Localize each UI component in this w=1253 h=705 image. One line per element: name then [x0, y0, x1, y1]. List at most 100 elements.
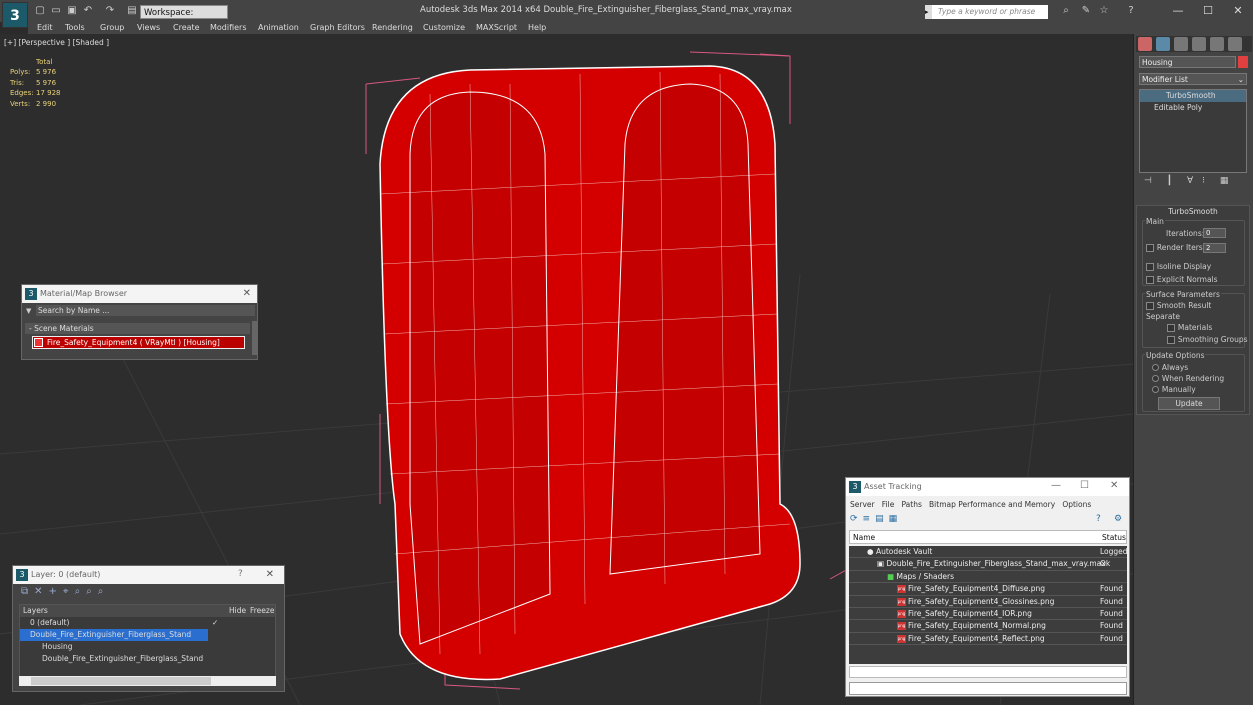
col-freeze[interactable]: Freeze	[250, 605, 274, 617]
app-logo-icon[interactable]: 3	[2, 2, 28, 28]
save-icon[interactable]: ▣	[66, 5, 78, 17]
menu-graph-editors[interactable]: Graph Editors	[310, 22, 365, 34]
menu-rendering[interactable]: Rendering	[372, 22, 413, 34]
render-iters-spinner[interactable]: 2	[1203, 243, 1226, 253]
minimize-button[interactable]: —	[1163, 3, 1193, 19]
stack-item-editable-poly[interactable]: Editable Poly	[1140, 102, 1246, 114]
asset-row[interactable]: png Fire_Safety_Equipment4_Diffuse.png Fou…	[849, 583, 1127, 596]
material-item[interactable]: Fire_Safety_Equipment4 ( VRayMtl ) [Hous…	[32, 336, 245, 349]
asset-menu-paths[interactable]: Paths	[901, 500, 921, 509]
smoothing-groups-checkbox[interactable]	[1167, 335, 1175, 344]
materials-checkbox[interactable]	[1167, 323, 1175, 332]
render-iters-checkbox[interactable]	[1146, 243, 1154, 252]
motion-tab-icon[interactable]	[1192, 37, 1206, 51]
display-tab-icon[interactable]	[1210, 37, 1224, 51]
help-icon[interactable]: ?	[1096, 514, 1101, 524]
refresh-icon[interactable]: ⟳	[850, 514, 863, 524]
asset-row[interactable]: ▣ Double_Fire_Extinguisher_Fiberglass_St…	[849, 558, 1127, 571]
menu-help[interactable]: Help	[528, 22, 546, 34]
menu-customize[interactable]: Customize	[423, 22, 465, 34]
asset-row[interactable]: png Fire_Safety_Equipment4_Reflect.png Fou…	[849, 632, 1127, 646]
rollout-title[interactable]: TurboSmooth	[1136, 207, 1250, 216]
asset-menu-file[interactable]: File	[882, 500, 895, 509]
freeze-all-icon[interactable]: ⌕	[98, 586, 110, 597]
stack-item-turbosmooth[interactable]: TurboSmooth	[1140, 90, 1246, 102]
asset-horizontal-scrollbar[interactable]	[849, 666, 1127, 678]
delete-layer-icon[interactable]: ✕	[34, 586, 48, 597]
new-layer-icon[interactable]: ⧉	[21, 586, 34, 597]
menu-tools[interactable]: Tools	[65, 22, 85, 34]
material-search-input[interactable]: Search by Name ...	[36, 305, 255, 316]
utilities-tab-icon[interactable]	[1228, 37, 1242, 51]
menu-animation[interactable]: Animation	[258, 22, 299, 34]
minimize-button[interactable]: —	[1051, 480, 1061, 491]
layer-row-selected[interactable]: Double_Fire_Extinguisher_Fiberglass_Stan…	[20, 629, 208, 641]
asset-row[interactable]: png Fire_Safety_Equipment4_Glossines.png F…	[849, 595, 1127, 608]
settings-icon[interactable]: ⚙	[1114, 514, 1122, 524]
help-icon[interactable]: ?	[1122, 5, 1140, 17]
explicit-normals-checkbox[interactable]	[1146, 275, 1154, 284]
menu-create[interactable]: Create	[173, 22, 200, 34]
add-to-layer-icon[interactable]: +	[49, 586, 63, 597]
table-view-icon[interactable]: ▦	[889, 514, 903, 524]
maximize-button[interactable]: ☐	[1080, 480, 1089, 491]
scrollbar[interactable]	[252, 321, 257, 355]
close-icon[interactable]: ✕	[266, 569, 274, 580]
maximize-button[interactable]: ☐	[1193, 3, 1223, 19]
open-icon[interactable]: ▭	[50, 5, 62, 17]
asset-row[interactable]: png Fire_Safety_Equipment4_IOR.png Found	[849, 607, 1127, 621]
hierarchy-tab-icon[interactable]	[1174, 37, 1188, 51]
list-view-icon[interactable]: ≡	[863, 514, 876, 524]
project-folder-icon[interactable]: ▤	[126, 5, 138, 17]
asset-row[interactable]: png Fire_Safety_Equipment4_Normal.png Foun…	[849, 620, 1127, 633]
update-button[interactable]: Update	[1158, 397, 1220, 410]
scrollbar-thumb[interactable]	[31, 677, 211, 685]
pin-stack-icon[interactable]: ⊣	[1144, 176, 1152, 186]
modifier-stack[interactable]: TurboSmooth Editable Poly	[1139, 89, 1247, 173]
help-button[interactable]: ?	[238, 569, 243, 579]
asset-menu-bitmap[interactable]: Bitmap Performance and Memory	[929, 500, 1055, 509]
always-radio[interactable]	[1152, 364, 1159, 371]
isoline-checkbox[interactable]	[1146, 262, 1154, 271]
col-name[interactable]: Name	[850, 533, 875, 542]
asset-row[interactable]: ■ Maps / Shaders	[849, 570, 1127, 584]
layer-row[interactable]: 0 (default) ✓	[20, 617, 275, 629]
col-status[interactable]: Status	[1102, 531, 1126, 544]
show-end-result-icon[interactable]: ┃	[1167, 176, 1172, 186]
iterations-spinner[interactable]: 0	[1203, 228, 1226, 238]
when-rendering-radio[interactable]	[1152, 375, 1159, 382]
material-browser-title[interactable]: Material/Map Browser	[22, 285, 257, 303]
manually-radio[interactable]	[1152, 386, 1159, 393]
detail-view-icon[interactable]: ▤	[875, 514, 889, 524]
close-button[interactable]: ✕	[1110, 480, 1118, 491]
layer-window-title[interactable]: Layer: 0 (default)	[13, 566, 284, 584]
close-button[interactable]: ✕	[1223, 3, 1253, 19]
hide-all-icon[interactable]: ⌕	[86, 586, 98, 597]
highlight-icon[interactable]: ⌕	[75, 586, 87, 597]
col-hide[interactable]: Hide	[229, 605, 246, 617]
search-input[interactable]: Type a keyword or phrase	[932, 5, 1048, 19]
asset-menu-server[interactable]: Server	[850, 500, 875, 509]
object-color-swatch[interactable]	[1238, 56, 1248, 68]
scene-materials-header[interactable]: - Scene Materials	[25, 323, 250, 334]
menu-modifiers[interactable]: Modifiers	[210, 22, 247, 34]
key-icon[interactable]: ✎	[1080, 5, 1092, 17]
configure-sets-icon[interactable]: ▦	[1220, 176, 1229, 186]
asset-menu-options[interactable]: Options	[1062, 500, 1091, 509]
horizontal-scrollbar[interactable]	[19, 676, 276, 686]
menu-views[interactable]: Views	[137, 22, 160, 34]
viewport-label[interactable]: [+] [Perspective ] [Shaded ]	[4, 38, 109, 47]
options-arrow-icon[interactable]: ▼	[26, 307, 31, 315]
binoculars-icon[interactable]: ⌕	[1054, 5, 1078, 17]
make-unique-icon[interactable]: ∀	[1187, 176, 1193, 186]
menu-group[interactable]: Group	[100, 22, 124, 34]
asset-path-field[interactable]	[849, 682, 1127, 695]
menu-edit[interactable]: Edit	[37, 22, 53, 34]
asset-row[interactable]: ● Autodesk Vault Logged	[849, 546, 1128, 559]
redo-icon[interactable]: ↷	[104, 5, 116, 17]
close-icon[interactable]: ✕	[243, 288, 251, 299]
star-icon[interactable]: ☆	[1098, 5, 1110, 17]
remove-modifier-icon[interactable]: ⁝	[1202, 176, 1205, 186]
modifier-list-dropdown[interactable]: Modifier List ⌄	[1139, 73, 1247, 85]
undo-icon[interactable]: ↶	[82, 5, 94, 17]
